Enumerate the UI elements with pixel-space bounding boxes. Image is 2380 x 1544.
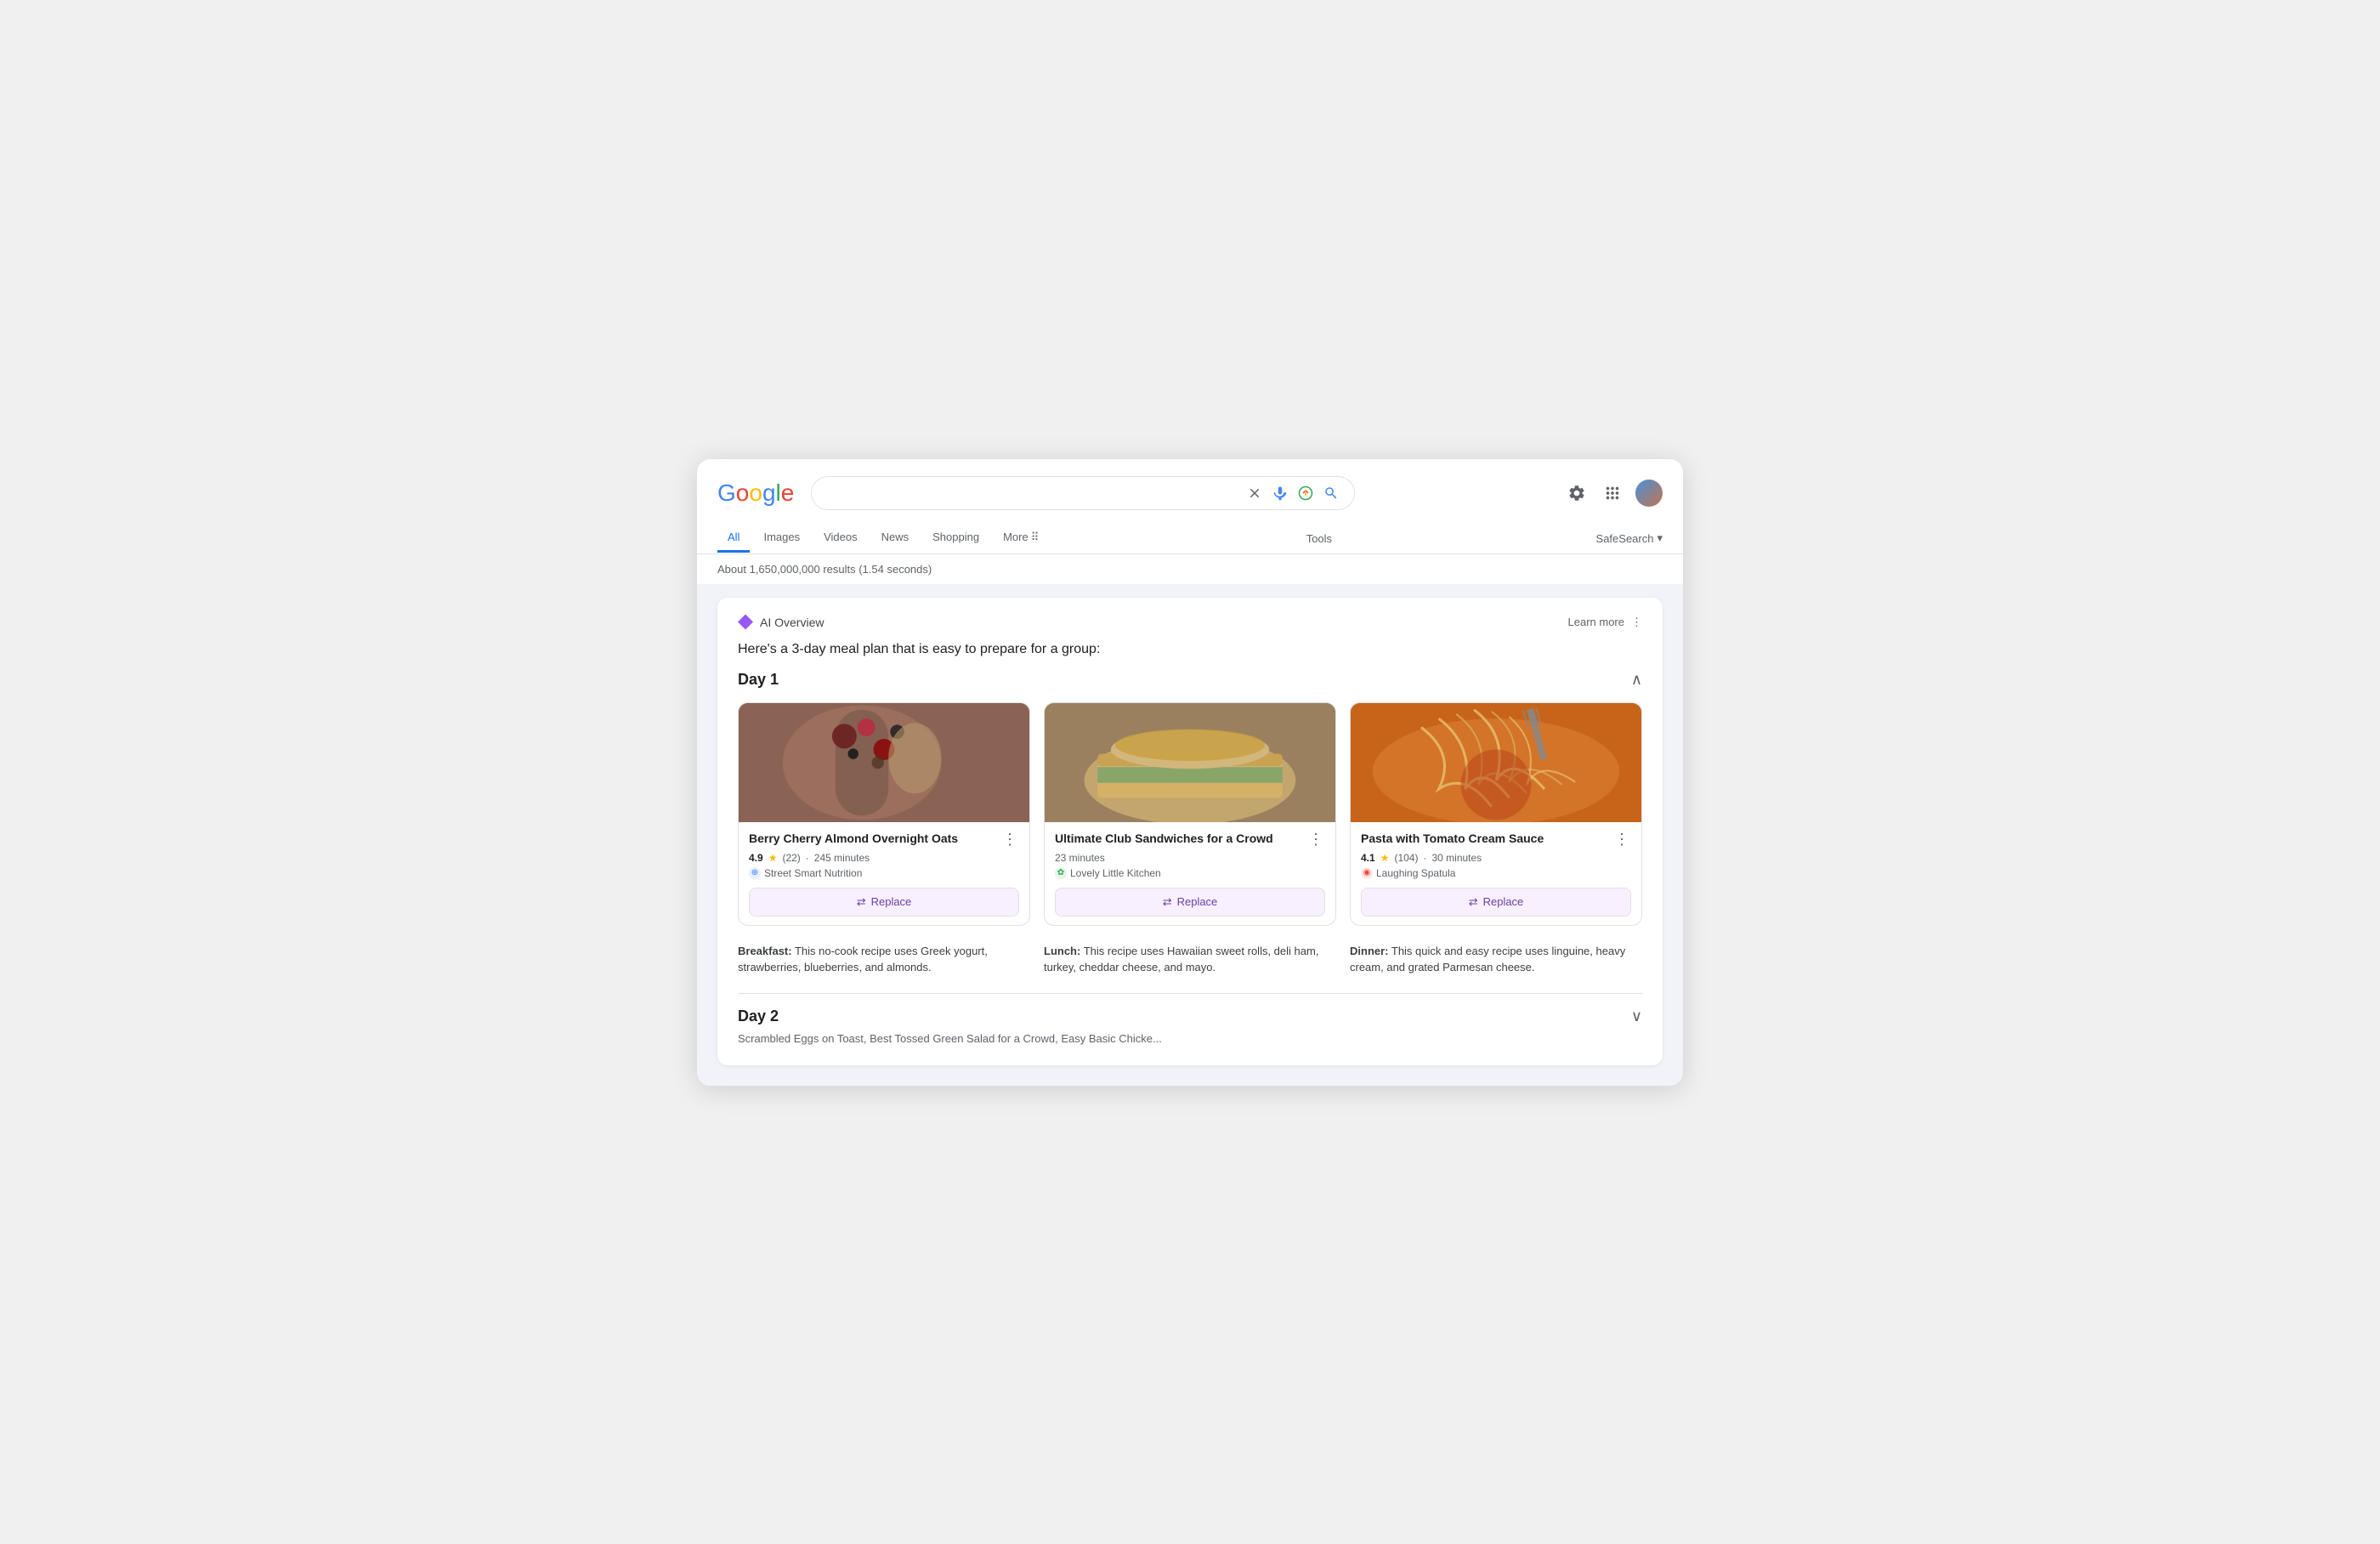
star-icon-pasta: ★ [1380, 852, 1390, 864]
recipe-image-pasta [1351, 703, 1641, 822]
recipe-card-body-pasta: Pasta with Tomato Cream Sauce ⋮ 4.1 ★ (1… [1351, 822, 1641, 925]
more-chevron-icon: ⠿ [1031, 531, 1040, 544]
recipe-menu-sandwiches[interactable]: ⋮ [1306, 831, 1325, 849]
day2-preview: Scrambled Eggs on Toast, Best Tossed Gre… [738, 1032, 1642, 1045]
header-right [1564, 480, 1663, 507]
recipe-card-sandwiches: Ultimate Club Sandwiches for a Crowd ⋮ 2… [1044, 702, 1336, 926]
day2-expand-icon[interactable]: ∨ [1631, 1008, 1642, 1025]
source-icon-oats: ⊕ [749, 867, 761, 879]
recipe-image-sandwiches [1045, 703, 1335, 822]
day1-collapse-icon[interactable]: ∧ [1631, 671, 1642, 689]
ai-overview-title: AI Overview [738, 615, 824, 630]
day2-title: Day 2 [738, 1008, 779, 1025]
recipe-card-top-pasta: Pasta with Tomato Cream Sauce ⋮ [1361, 831, 1631, 849]
recipe-cards-day1: Berry Cherry Almond Overnight Oats ⋮ 4.9… [738, 702, 1642, 926]
header: G o o g l e create a 3 day meal plan for… [697, 459, 1683, 554]
tab-shopping[interactable]: Shopping [922, 524, 989, 553]
source-icon-sandwiches: ✿ [1055, 867, 1067, 879]
recipe-menu-pasta[interactable]: ⋮ [1612, 831, 1631, 849]
recipe-card-body-oats: Berry Cherry Almond Overnight Oats ⋮ 4.9… [739, 822, 1029, 925]
ai-diamond-icon [738, 615, 753, 630]
ai-overview-actions[interactable]: Learn more ⋮ [1568, 616, 1642, 629]
recipe-source-pasta: ◉ Laughing Spatula [1361, 867, 1631, 879]
replace-button-pasta[interactable]: ⇄ Replace [1361, 888, 1631, 917]
tab-images[interactable]: Images [753, 524, 810, 553]
ai-intro-text: Here's a 3-day meal plan that is easy to… [738, 642, 1642, 657]
logo-g: G [717, 480, 736, 507]
tab-all[interactable]: All [717, 524, 750, 553]
clear-search-button[interactable] [1245, 484, 1264, 502]
google-logo: G o o g l e [717, 480, 794, 507]
recipe-title-oats: Berry Cherry Almond Overnight Oats [749, 831, 1000, 846]
meal-desc-dinner: Dinner: This quick and easy recipe uses … [1350, 943, 1642, 976]
ai-overview-card: AI Overview Learn more ⋮ Here's a 3-day … [717, 598, 1663, 1065]
search-input[interactable]: create a 3 day meal plan for a group tha… [825, 485, 1238, 500]
browser-window: G o o g l e create a 3 day meal plan for… [697, 459, 1683, 1086]
results-count: About 1,650,000,000 results (1.54 second… [697, 554, 1683, 584]
tab-more[interactable]: More ⠿ [993, 524, 1049, 553]
day2-header[interactable]: Day 2 ∨ [738, 1008, 1642, 1025]
image-search-button[interactable] [1296, 484, 1315, 502]
google-search-button[interactable] [1322, 484, 1340, 502]
logo-g2: g [762, 480, 776, 507]
main-content: AI Overview Learn more ⋮ Here's a 3-day … [697, 584, 1683, 1086]
search-bar[interactable]: create a 3 day meal plan for a group tha… [811, 476, 1355, 510]
tools-button[interactable]: Tools [1296, 525, 1342, 552]
recipe-card-pasta: Pasta with Tomato Cream Sauce ⋮ 4.1 ★ (1… [1350, 702, 1642, 926]
recipe-card-top-sandwiches: Ultimate Club Sandwiches for a Crowd ⋮ [1055, 831, 1325, 849]
safesearch-button[interactable]: SafeSearch ▾ [1596, 531, 1663, 545]
search-row: G o o g l e create a 3 day meal plan for… [717, 476, 1663, 520]
nav-tabs: All Images Videos News Shopping More ⠿ T… [717, 520, 1663, 553]
day1-header: Day 1 ∧ [738, 671, 1642, 689]
tab-videos[interactable]: Videos [813, 524, 868, 553]
recipe-source-oats: ⊕ Street Smart Nutrition [749, 867, 1019, 879]
meal-desc-lunch: Lunch: This recipe uses Hawaiian sweet r… [1044, 943, 1336, 976]
replace-icon-sandwiches: ⇄ [1163, 895, 1172, 909]
day2-section: Day 2 ∨ Scrambled Eggs on Toast, Best To… [738, 993, 1642, 1045]
day1-title: Day 1 [738, 671, 779, 689]
recipe-image-oats [739, 703, 1029, 822]
star-icon-oats: ★ [768, 852, 778, 864]
logo-e: e [781, 480, 795, 507]
recipe-meta-sandwiches: 23 minutes [1055, 852, 1325, 864]
recipe-meta-oats: 4.9 ★ (22) · 245 minutes [749, 852, 1019, 864]
replace-button-oats[interactable]: ⇄ Replace [749, 888, 1019, 917]
recipe-card-top-oats: Berry Cherry Almond Overnight Oats ⋮ [749, 831, 1019, 849]
meal-descriptions-day1: Breakfast: This no-cook recipe uses Gree… [738, 943, 1642, 976]
tab-news[interactable]: News [871, 524, 920, 553]
recipe-source-sandwiches: ✿ Lovely Little Kitchen [1055, 867, 1325, 879]
meal-desc-breakfast: Breakfast: This no-cook recipe uses Gree… [738, 943, 1030, 976]
replace-button-sandwiches[interactable]: ⇄ Replace [1055, 888, 1325, 917]
safesearch-chevron-icon: ▾ [1657, 531, 1663, 545]
recipe-menu-oats[interactable]: ⋮ [1000, 831, 1019, 849]
recipe-title-sandwiches: Ultimate Club Sandwiches for a Crowd [1055, 831, 1306, 846]
recipe-card-body-sandwiches: Ultimate Club Sandwiches for a Crowd ⋮ 2… [1045, 822, 1335, 925]
source-icon-pasta: ◉ [1361, 867, 1373, 879]
logo-o1: o [736, 480, 750, 507]
replace-icon-pasta: ⇄ [1469, 895, 1478, 909]
apps-button[interactable] [1600, 480, 1625, 506]
recipe-title-pasta: Pasta with Tomato Cream Sauce [1361, 831, 1612, 846]
user-avatar[interactable] [1635, 480, 1663, 507]
recipe-card-oats: Berry Cherry Almond Overnight Oats ⋮ 4.9… [738, 702, 1030, 926]
ai-overview-menu-icon[interactable]: ⋮ [1631, 616, 1642, 629]
ai-overview-header: AI Overview Learn more ⋮ [738, 615, 1642, 630]
recipe-meta-pasta: 4.1 ★ (104) · 30 minutes [1361, 852, 1631, 864]
logo-o2: o [749, 480, 762, 507]
replace-icon-oats: ⇄ [857, 895, 866, 909]
voice-search-button[interactable] [1271, 484, 1289, 502]
settings-button[interactable] [1564, 480, 1590, 506]
